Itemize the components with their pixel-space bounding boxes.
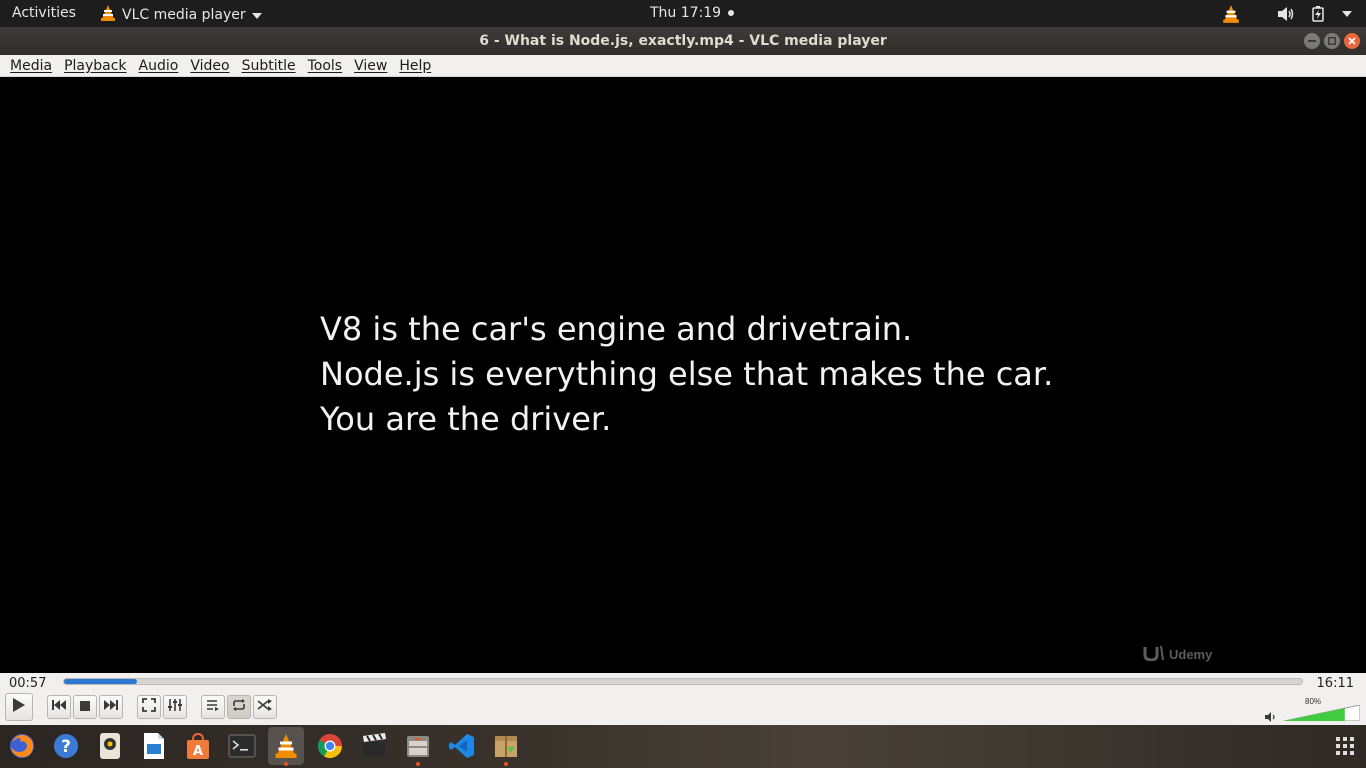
- ubuntu-dock: ? A: [0, 725, 1366, 768]
- video-slide-text: V8 is the car's engine and drivetrain. N…: [320, 307, 1053, 442]
- archive-icon[interactable]: [490, 730, 522, 766]
- play-icon: [12, 697, 26, 718]
- seek-bar-fill: [64, 679, 138, 684]
- window-title-bar[interactable]: 6 - What is Node.js, exactly.mp4 - VLC m…: [0, 27, 1366, 55]
- activities-button[interactable]: Activities: [12, 5, 76, 21]
- rhythmbox-icon[interactable]: [94, 730, 126, 762]
- notification-dot-icon: [728, 10, 735, 16]
- system-menu-chevron-icon[interactable]: [1342, 11, 1352, 17]
- volume-slider[interactable]: [1284, 705, 1360, 721]
- slide-line-3: You are the driver.: [320, 400, 612, 438]
- menu-help[interactable]: Help: [393, 58, 437, 74]
- running-indicator: [416, 762, 420, 766]
- libreoffice-writer-icon[interactable]: [138, 730, 170, 762]
- vscode-icon[interactable]: [446, 730, 478, 762]
- seek-bar[interactable]: [63, 678, 1303, 685]
- firefox-icon[interactable]: [6, 730, 38, 762]
- slide-line-1: V8 is the car's engine and drivetrain.: [320, 310, 913, 348]
- close-button[interactable]: [1344, 33, 1360, 49]
- vlc-cone-icon: [100, 4, 116, 26]
- shuffle-icon: [257, 698, 273, 716]
- shuffle-button[interactable]: [253, 695, 277, 719]
- menu-playback[interactable]: Playback: [58, 58, 132, 74]
- running-indicator: [504, 762, 508, 766]
- playlist-icon: [206, 698, 220, 716]
- loop-icon: [231, 698, 247, 716]
- app-menu[interactable]: VLC media player: [100, 4, 262, 26]
- extended-settings-button[interactable]: [163, 695, 187, 719]
- play-button[interactable]: [5, 693, 33, 721]
- slide-line-2: Node.js is everything else that makes th…: [320, 355, 1054, 393]
- skip-next-icon: [103, 698, 119, 716]
- software-center-icon[interactable]: A: [182, 730, 214, 762]
- menu-tools[interactable]: Tools: [302, 58, 349, 74]
- volume-icon[interactable]: [1278, 7, 1294, 21]
- show-applications-icon[interactable]: [1336, 737, 1354, 755]
- previous-button[interactable]: [47, 695, 71, 719]
- vlc-tray-icon[interactable]: [1222, 4, 1240, 24]
- gnome-top-bar: Activities VLC media player Thu 17:19: [0, 0, 1366, 27]
- system-tray: [1222, 4, 1352, 24]
- menu-audio[interactable]: Audio: [133, 58, 185, 74]
- minimize-button[interactable]: [1304, 33, 1320, 49]
- menu-media[interactable]: Media: [4, 58, 58, 74]
- maximize-button[interactable]: [1324, 33, 1340, 49]
- stop-icon: [80, 698, 90, 716]
- next-button[interactable]: [99, 695, 123, 719]
- file-manager-icon[interactable]: [402, 730, 434, 766]
- clock[interactable]: Thu 17:19: [650, 5, 735, 21]
- skip-previous-icon: [51, 698, 67, 716]
- udemy-logo-icon: [1143, 645, 1165, 664]
- equalizer-icon: [168, 698, 182, 717]
- chevron-down-icon: [251, 7, 262, 23]
- chrome-icon[interactable]: [314, 730, 346, 762]
- volume-control[interactable]: 80%: [1262, 697, 1362, 723]
- total-time: 16:11: [1316, 676, 1354, 691]
- fullscreen-icon: [142, 697, 156, 717]
- window-controls: [1304, 33, 1360, 49]
- udemy-watermark-label: Udemy: [1169, 647, 1213, 662]
- video-display[interactable]: V8 is the car's engine and drivetrain. N…: [0, 77, 1366, 673]
- vlc-icon[interactable]: [268, 727, 304, 766]
- menu-view[interactable]: View: [348, 58, 393, 74]
- fullscreen-button[interactable]: [137, 695, 161, 719]
- menu-subtitle[interactable]: Subtitle: [236, 58, 302, 74]
- app-menu-label: VLC media player: [122, 7, 246, 23]
- menu-bar: Media Playback Audio Video Subtitle Tool…: [0, 55, 1366, 77]
- elapsed-time: 00:57: [9, 676, 47, 691]
- video-editor-icon[interactable]: [358, 730, 390, 762]
- menu-video[interactable]: Video: [184, 58, 235, 74]
- playback-controls: 00:57 16:11 80%: [0, 673, 1366, 725]
- terminal-icon[interactable]: [226, 730, 258, 762]
- running-indicator: [284, 762, 288, 766]
- stop-button[interactable]: [73, 695, 97, 719]
- window-title: 6 - What is Node.js, exactly.mp4 - VLC m…: [479, 33, 887, 49]
- clock-label: Thu 17:19: [650, 5, 722, 21]
- battery-icon[interactable]: [1312, 6, 1324, 22]
- loop-button[interactable]: [227, 695, 251, 719]
- svg-text:A: A: [193, 744, 203, 759]
- udemy-watermark: Udemy: [1143, 645, 1212, 664]
- svg-text:?: ?: [61, 737, 71, 757]
- playlist-button[interactable]: [201, 695, 225, 719]
- help-icon[interactable]: ?: [50, 730, 82, 762]
